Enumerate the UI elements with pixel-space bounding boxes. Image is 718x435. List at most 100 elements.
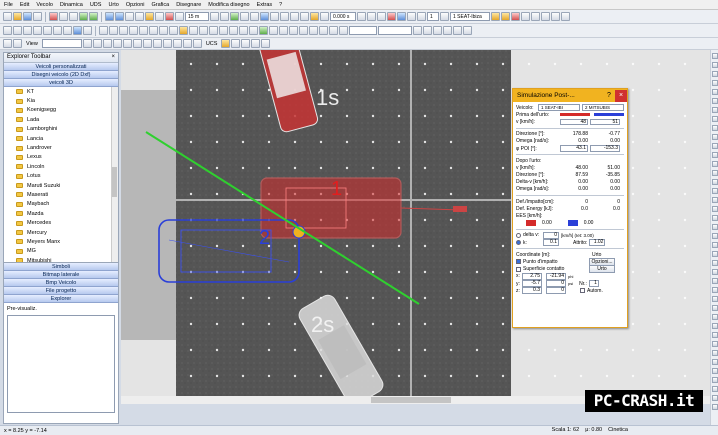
tool-icon[interactable] [712,404,718,410]
explorer-button-custom-vehicles[interactable]: Veicoli personalizzati [4,63,118,71]
explorer-button-explorer[interactable]: Explorer [4,295,118,303]
cut-icon[interactable] [49,12,58,21]
explorer-button-vehicle-drawings[interactable]: Disegni veicolo (2D Dxf) [4,71,118,79]
tree-item[interactable]: Lamborghini [4,125,118,134]
text-icon[interactable] [63,26,72,35]
point-icon[interactable] [339,26,348,35]
tool-icon[interactable] [712,206,718,212]
new-file-icon[interactable] [3,12,12,21]
z2-field[interactable]: 0 [546,287,566,294]
dimension-icon[interactable] [83,26,92,35]
close-icon[interactable]: × [111,54,115,61]
menu-item-3[interactable]: Dinamica [60,2,83,8]
canvas-scroll-thumb[interactable] [371,397,451,403]
camera-icon[interactable] [260,12,269,21]
tool-icon[interactable] [712,89,718,95]
menu-item-9[interactable]: Modifica disegno [208,2,249,8]
delta-v-field[interactable]: 0 [543,232,559,239]
sign-icon[interactable] [269,26,278,35]
debris-icon[interactable] [329,26,338,35]
scale-icon[interactable] [109,26,118,35]
tree-icon[interactable] [279,26,288,35]
tool-icon[interactable] [712,53,718,59]
crash-icon[interactable] [417,12,426,21]
zoom-in-icon[interactable] [105,12,114,21]
view-orbit-icon[interactable] [142,39,152,48]
explorer-button-side-bitmap[interactable]: Bitmap laterale [4,271,118,279]
tool-icon[interactable] [712,80,718,86]
explorer-button-symbols[interactable]: Simboli [4,263,118,271]
view-hidden-icon[interactable] [192,39,202,48]
hatch-icon[interactable] [169,26,178,35]
attrito-field[interactable]: 1.02 [589,239,606,246]
y-field[interactable]: -5.7 [522,280,542,287]
tool-icon[interactable] [712,143,718,149]
ucs-object-icon[interactable] [261,39,271,48]
tool-icon[interactable] [712,260,718,266]
tool-icon[interactable] [712,215,718,221]
rectangle-icon[interactable] [33,26,42,35]
tree-item[interactable]: Landrover [4,143,118,152]
counter-combo[interactable]: 1 [427,12,439,21]
ucs-world-icon[interactable] [251,39,261,48]
view-previous-icon[interactable] [112,39,122,48]
menu-item-6[interactable]: Opzioni [126,2,145,8]
speed-1-field[interactable]: 48 [560,118,588,126]
tool-icon[interactable] [712,314,718,320]
view-side-icon[interactable] [13,39,22,48]
view-redraw-icon[interactable] [122,39,132,48]
tree-item[interactable]: KT [4,87,118,96]
vehicle-icon[interactable] [165,12,174,21]
save-icon[interactable] [23,12,32,21]
tool-icon[interactable] [712,350,718,356]
tree-item[interactable]: Koenigsegg [4,106,118,115]
vehicle-delete-icon[interactable] [511,12,520,21]
tool-icon[interactable] [712,233,718,239]
tree-scrollbar[interactable] [111,87,118,262]
tool-icon[interactable] [712,125,718,131]
move-icon[interactable] [99,26,108,35]
autom-checkbox[interactable] [580,288,585,294]
help-icon[interactable] [561,12,570,21]
z-field[interactable]: 0.3 [522,287,542,294]
arc-icon[interactable] [53,26,62,35]
vehicle-list-icon[interactable] [541,12,550,21]
lock-icon[interactable] [440,12,449,21]
tool-icon[interactable] [712,323,718,329]
vehicle-props-icon[interactable] [491,12,500,21]
record-icon[interactable] [250,12,259,21]
zoom-combo[interactable]: 15 m [185,12,209,21]
house-icon[interactable] [289,26,298,35]
settings-icon[interactable] [463,26,472,35]
tree-item[interactable]: Kia [4,96,118,105]
tool-icon[interactable] [712,116,718,122]
k-field[interactable]: 0.1 [543,239,559,246]
vehicle-edit-icon[interactable] [501,12,510,21]
trim-icon[interactable] [129,26,138,35]
scrollbar-thumb[interactable] [112,167,117,197]
tree-item[interactable]: Meyers Manx [4,237,118,246]
bicycle-icon[interactable] [309,26,318,35]
redo-icon[interactable] [89,12,98,21]
ucs-origin-icon[interactable] [231,39,241,48]
tool-icon[interactable] [712,296,718,302]
view-pan-icon[interactable] [132,39,142,48]
play-icon[interactable] [210,12,219,21]
nr-field[interactable]: 1 [588,280,599,287]
contact-surface-checkbox[interactable] [516,266,521,272]
print-icon[interactable] [33,12,42,21]
tool-icon[interactable] [712,71,718,77]
impact-icon[interactable] [300,12,309,21]
x-field[interactable]: 2.75 [522,273,542,280]
tool-icon[interactable] [712,62,718,68]
tool-icon[interactable] [712,179,718,185]
undo-icon[interactable] [79,12,88,21]
tool-icon[interactable] [712,269,718,275]
tree-item[interactable]: Maruti Suzuki [4,181,118,190]
vehicle-1-select[interactable]: 1 SEAT-IBI [538,104,580,112]
menu-item-2[interactable]: Vecolo [36,2,53,8]
skid-icon[interactable] [319,26,328,35]
tool-icon[interactable] [712,197,718,203]
tool-icon[interactable] [712,341,718,347]
view-top-icon[interactable] [3,39,12,48]
